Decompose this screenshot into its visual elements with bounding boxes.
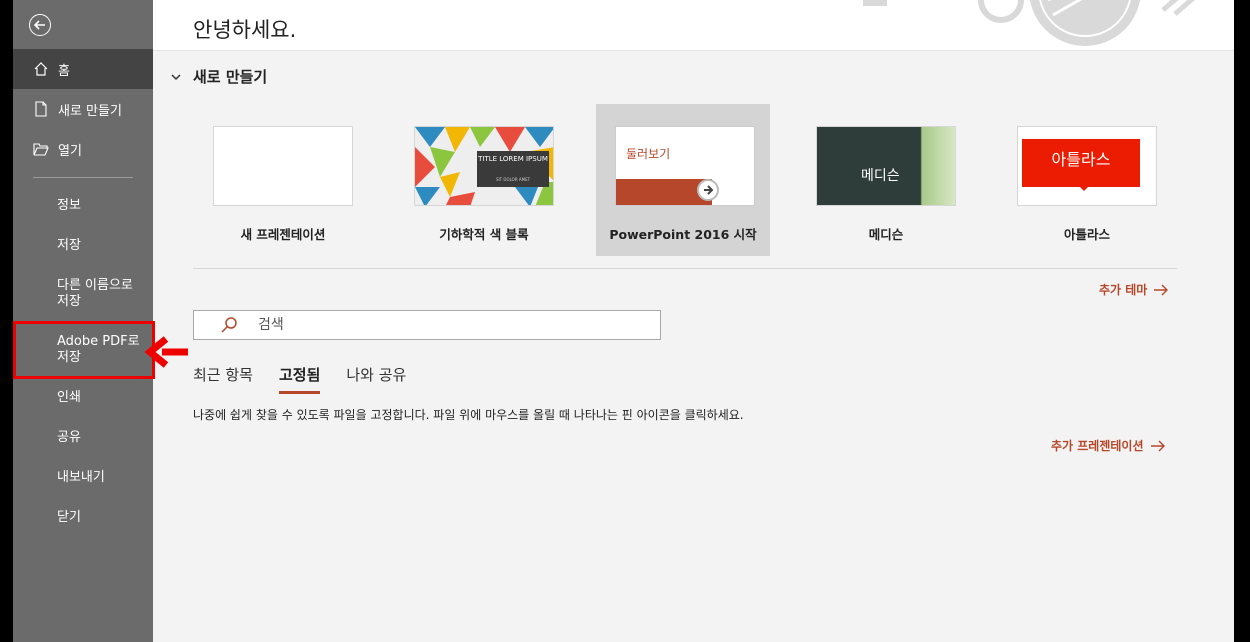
sidebar-item-label: 공유 [57, 430, 81, 445]
template-thumb-title: TITLE LOREM IPSUM [478, 155, 548, 163]
arrow-left-icon [33, 20, 45, 30]
template-thumbnail: 아틀라스 [1017, 126, 1157, 206]
template-thumb-title: 메디슨 [861, 168, 900, 184]
template-thumbnail: 둘러보기 [615, 126, 755, 206]
template-label: 기하학적 색 블록 [439, 227, 529, 242]
template-atlas[interactable]: 아틀라스 아틀라스 [1000, 104, 1157, 256]
search-input[interactable] [256, 316, 640, 334]
sidebar-item-save-as[interactable]: 다른 이름으로 저장 [13, 278, 143, 310]
sidebar-item-label: 정보 [57, 198, 81, 213]
sidebar-item-label: 홈 [58, 63, 70, 79]
new-document-icon [33, 101, 49, 117]
tab-pinned[interactable]: 고정됨 [278, 364, 321, 394]
sidebar-item-home[interactable]: 홈 [13, 49, 153, 89]
template-thumb-title: 아틀라스 [1051, 150, 1111, 169]
template-geometric-color-block[interactable]: TITLE LOREM IPSUM SIT DOLOR AMET 기하학적 색 … [397, 104, 554, 256]
sidebar-item-label: 인쇄 [57, 390, 81, 405]
home-icon [33, 61, 49, 77]
sidebar-item-save[interactable]: 저장 [13, 236, 153, 256]
window-frame-right [1234, 0, 1250, 642]
sidebar-item-print[interactable]: 인쇄 [13, 388, 153, 408]
annotation-arrow-icon [144, 336, 188, 368]
template-label: 메디슨 [868, 227, 904, 242]
sidebar-divider [33, 177, 133, 178]
arrow-right-icon [697, 179, 719, 201]
sidebar-item-export[interactable]: 내보내기 [13, 468, 153, 488]
sidebar-item-new[interactable]: 새로 만들기 [13, 89, 153, 129]
sidebar-item-label: 저장 [57, 238, 81, 253]
template-label: PowerPoint 2016 시작 [609, 227, 757, 242]
template-powerpoint-2016-tour[interactable]: 둘러보기 PowerPoint 2016 시작 [596, 104, 770, 256]
file-tabs: 최근 항목 고정됨 나와 공유 [193, 364, 432, 394]
chevron-down-icon [171, 73, 181, 80]
folder-open-icon [33, 141, 49, 157]
sidebar-item-share[interactable]: 공유 [13, 428, 153, 448]
more-themes-label: 추가 테마 [1099, 283, 1148, 297]
template-thumbnail [213, 126, 353, 206]
tab-shared-with-me[interactable]: 나와 공유 [346, 364, 406, 394]
template-thumb-subtitle: SIT DOLOR AMET [495, 177, 531, 182]
search-icon [221, 317, 237, 333]
sidebar-item-close[interactable]: 닫기 [13, 508, 153, 528]
banner-decoration-icon [863, 0, 1195, 46]
geometric-pattern-icon [415, 127, 553, 205]
search-box[interactable] [193, 310, 661, 340]
sidebar-item-label: 다른 이름으로 저장 [57, 278, 133, 309]
template-label: 새 프레젠테이션 [240, 227, 326, 242]
new-section-title: 새로 만들기 [193, 68, 268, 86]
sidebar-item-info[interactable]: 정보 [13, 196, 153, 216]
sidebar-item-label: 열기 [58, 143, 82, 159]
sidebar-item-label: 내보내기 [57, 470, 105, 485]
template-thumb-title: 둘러보기 [626, 147, 671, 161]
template-blank-presentation[interactable]: 새 프레젠테이션 [196, 104, 353, 256]
pinned-empty-message: 나중에 쉽게 찾을 수 있도록 파일을 고정합니다. 파일 위에 마우스를 올릴… [193, 408, 744, 422]
backstage-main: 안녕하세요. 새로 만들기 새 프레젠테이션 TITLE LOREM IPSUM… [153, 0, 1234, 642]
greeting-banner: 안녕하세요. [153, 0, 1234, 51]
window-frame-left [0, 0, 13, 642]
template-thumbnail: 메디슨 [816, 126, 956, 206]
section-divider [193, 268, 1177, 269]
sidebar-item-label: 새로 만들기 [58, 103, 122, 119]
annotation-highlight-box [13, 321, 155, 379]
template-thumbnail: TITLE LOREM IPSUM SIT DOLOR AMET [414, 126, 554, 206]
more-presentations-link[interactable]: 추가 프레젠테이션 [1051, 437, 1166, 454]
more-themes-link[interactable]: 추가 테마 [1099, 281, 1169, 298]
arrow-right-icon [1154, 284, 1169, 295]
page-title: 안녕하세요. [193, 18, 297, 42]
new-section-header[interactable]: 새로 만들기 [169, 66, 267, 87]
template-madison[interactable]: 메디슨 메디슨 [799, 104, 956, 256]
sidebar-item-label: 닫기 [57, 510, 81, 525]
back-button[interactable] [29, 14, 51, 36]
tab-recent[interactable]: 최근 항목 [193, 364, 253, 394]
more-presentations-label: 추가 프레젠테이션 [1051, 439, 1144, 453]
arrow-right-icon [1150, 440, 1165, 451]
template-label: 아틀라스 [1063, 227, 1110, 242]
sidebar-item-open[interactable]: 열기 [13, 129, 153, 169]
